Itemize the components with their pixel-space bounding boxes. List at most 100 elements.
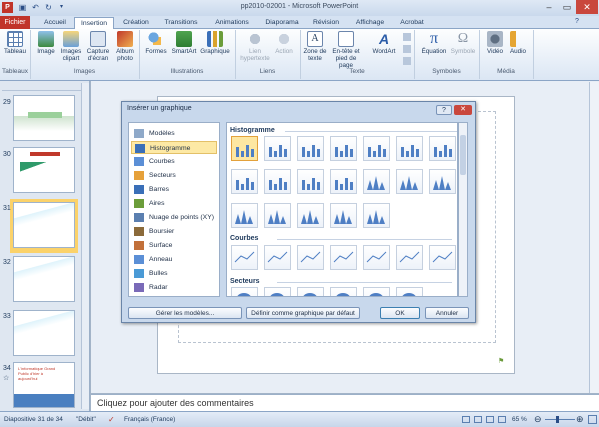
slide-thumbnail-29[interactable] xyxy=(13,95,75,141)
chart-type-option[interactable] xyxy=(363,203,390,228)
slide-thumbnail-33[interactable] xyxy=(13,310,75,356)
help-icon[interactable]: ? xyxy=(575,18,579,25)
chart-category-11[interactable]: Radar xyxy=(131,281,217,294)
action-button[interactable]: Action xyxy=(271,31,297,55)
chart-category-4[interactable]: Barres xyxy=(131,183,217,196)
normal-view-icon[interactable] xyxy=(462,416,470,423)
chart-category-1[interactable]: Histogramme xyxy=(131,141,217,154)
chart-button[interactable]: Graphique xyxy=(199,31,231,55)
wordart-button[interactable]: A WordArt xyxy=(367,31,401,55)
language-indicator[interactable]: Français (France) xyxy=(124,416,175,423)
gallery-scrollbar[interactable] xyxy=(458,122,468,297)
chart-type-option[interactable] xyxy=(396,136,423,161)
slide-thumbnail-34[interactable]: L'informatique Grand Public d'hier à auj… xyxy=(13,362,75,408)
chart-type-option[interactable] xyxy=(231,287,258,296)
slideshow-icon[interactable] xyxy=(498,416,506,423)
zoom-slider[interactable] xyxy=(545,419,575,420)
chart-category-5[interactable]: Aires xyxy=(131,197,217,210)
set-default-chart-button[interactable]: Définir comme graphique par défaut xyxy=(246,307,360,319)
table-button[interactable]: Tableau xyxy=(2,31,28,55)
chart-type-option[interactable] xyxy=(264,287,291,296)
thumbnails-scrollbar[interactable] xyxy=(81,83,89,409)
zoom-slider-handle[interactable] xyxy=(556,416,559,423)
tab-affichage[interactable]: Affichage xyxy=(350,17,390,29)
chart-type-option[interactable] xyxy=(297,169,324,194)
chart-type-option[interactable] xyxy=(330,136,357,161)
chart-type-option[interactable] xyxy=(429,136,456,161)
photo-album-button[interactable]: Album photo xyxy=(113,31,137,62)
slide-thumbnail-31[interactable] xyxy=(13,202,75,248)
chart-type-option[interactable] xyxy=(429,169,456,194)
chart-type-option[interactable] xyxy=(396,245,423,270)
minimize-button[interactable]: – xyxy=(540,0,558,14)
chart-category-3[interactable]: Secteurs xyxy=(131,169,217,182)
chart-type-option[interactable] xyxy=(363,287,390,296)
chart-type-option[interactable] xyxy=(396,169,423,194)
chart-category-0[interactable]: Modèles xyxy=(131,127,217,140)
chart-category-9[interactable]: Anneau xyxy=(131,253,217,266)
chart-category-6[interactable]: Nuage de points (XY) xyxy=(131,211,217,224)
chart-type-option[interactable] xyxy=(297,287,324,296)
chart-category-10[interactable]: Bulles xyxy=(131,267,217,280)
spellcheck-icon[interactable]: ✓ xyxy=(108,415,115,424)
chart-type-option[interactable] xyxy=(231,245,258,270)
maximize-button[interactable]: ▭ xyxy=(558,0,576,14)
hyperlink-button[interactable]: Lien hypertexte xyxy=(240,31,270,62)
chart-type-option[interactable] xyxy=(330,245,357,270)
chart-type-option[interactable] xyxy=(429,245,456,270)
tab-transitions[interactable]: Transitions xyxy=(160,17,202,29)
ok-button[interactable]: OK xyxy=(380,307,420,319)
picture-button[interactable]: Image xyxy=(34,31,58,55)
cancel-button[interactable]: Annuler xyxy=(425,307,469,319)
slide-thumbnail-30[interactable] xyxy=(13,147,75,193)
screenshot-button[interactable]: Capture d'écran xyxy=(84,31,112,62)
fit-to-window-icon[interactable] xyxy=(588,415,597,424)
audio-button[interactable]: Audio xyxy=(507,31,529,55)
chart-type-option[interactable] xyxy=(396,287,423,296)
editor-scrollbar[interactable] xyxy=(589,82,599,393)
slide-sorter-icon[interactable] xyxy=(474,416,482,423)
chart-type-option[interactable] xyxy=(330,287,357,296)
chart-type-option[interactable] xyxy=(264,203,291,228)
tab-animations[interactable]: Animations xyxy=(210,17,254,29)
slide-thumbnail-32[interactable] xyxy=(13,256,75,302)
tab-diaporama[interactable]: Diaporama xyxy=(262,17,302,29)
header-footer-button[interactable]: En-tête et pied de page xyxy=(329,31,363,69)
object-icon[interactable] xyxy=(403,57,411,65)
chart-type-option[interactable] xyxy=(231,169,258,194)
equation-button[interactable]: π Équation xyxy=(419,31,449,56)
zoom-in-icon[interactable]: ⊕ xyxy=(576,414,584,425)
dialog-help-button[interactable]: ? xyxy=(436,105,452,115)
chart-type-option[interactable] xyxy=(297,203,324,228)
chart-type-option[interactable] xyxy=(330,169,357,194)
reading-view-icon[interactable] xyxy=(486,416,494,423)
dialog-close-button[interactable]: ✕ xyxy=(454,105,472,115)
chart-type-option[interactable] xyxy=(363,136,390,161)
zoom-level[interactable]: 65 % xyxy=(512,416,527,423)
manage-templates-button[interactable]: Gérer les modèles... xyxy=(128,307,242,319)
smartart-button[interactable]: SmartArt xyxy=(170,31,198,55)
slide-number-icon[interactable] xyxy=(403,45,411,53)
chart-category-7[interactable]: Boursier xyxy=(131,225,217,238)
chart-category-2[interactable]: Courbes xyxy=(131,155,217,168)
chart-type-option[interactable] xyxy=(264,169,291,194)
clipart-button[interactable]: Images clipart xyxy=(58,31,84,62)
close-button[interactable]: ✕ xyxy=(576,0,598,14)
chart-type-option[interactable] xyxy=(330,203,357,228)
tab-fichier[interactable]: Fichier xyxy=(0,16,30,29)
tab-acrobat[interactable]: Acrobat xyxy=(395,17,429,29)
chart-type-option[interactable] xyxy=(363,169,390,194)
date-icon[interactable] xyxy=(403,33,411,41)
video-button[interactable]: Vidéo xyxy=(484,31,506,55)
tab-accueil[interactable]: Accueil xyxy=(38,17,72,29)
chart-type-option[interactable] xyxy=(231,136,258,161)
shapes-button[interactable]: Formes xyxy=(143,31,169,55)
chart-type-option[interactable] xyxy=(297,245,324,270)
chart-type-option[interactable] xyxy=(363,245,390,270)
chart-type-option[interactable] xyxy=(297,136,324,161)
tab-revision[interactable]: Révision xyxy=(308,17,344,29)
zoom-out-icon[interactable]: ⊖ xyxy=(534,414,542,425)
scroll-thumb[interactable] xyxy=(460,135,466,175)
notes-pane[interactable]: Cliquez pour ajouter des commentaires xyxy=(91,394,599,411)
chart-type-option[interactable] xyxy=(231,203,258,228)
